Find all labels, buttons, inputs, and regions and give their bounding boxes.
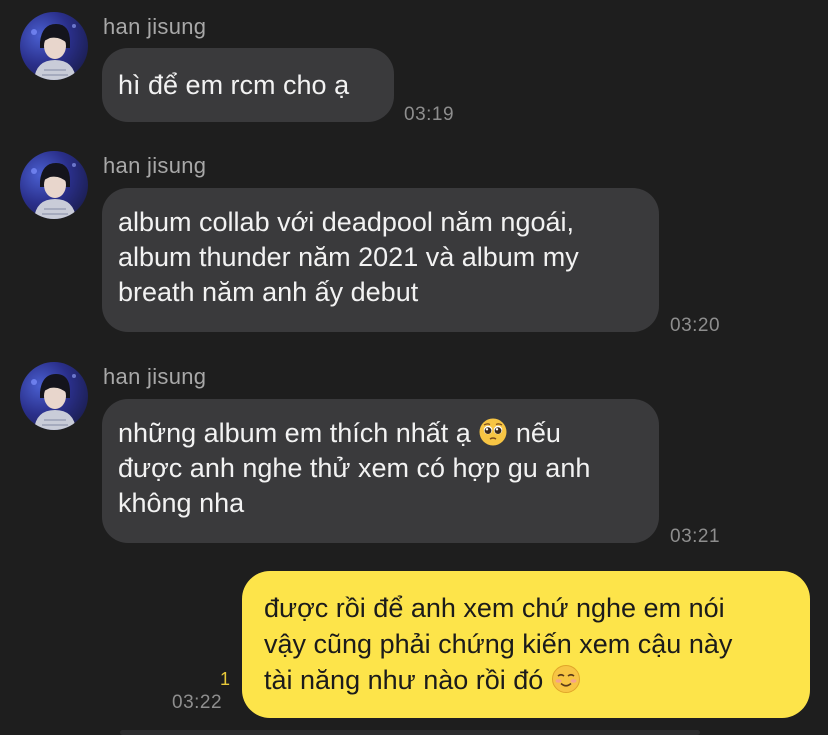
message-line: tài năng như nào rồi đó [264, 662, 788, 698]
outgoing-message-bubble[interactable]: được rồi để anh xem chứ nghe em nói vậy … [242, 571, 810, 718]
message-line: những album em thích nhất ạ nếu [118, 416, 643, 451]
avatar-image [31, 24, 76, 80]
smiling-face-emoji [551, 665, 580, 693]
sender-avatar[interactable] [20, 12, 88, 80]
sender-avatar[interactable] [20, 151, 88, 219]
message-bubble[interactable]: hì để em rcm cho ạ [102, 48, 394, 122]
message-text: tài năng như nào rồi đó [264, 665, 544, 695]
avatar-image [31, 374, 76, 430]
message-line: breath năm anh ấy debut [118, 277, 419, 307]
message-text: nếu [515, 418, 561, 448]
message-line: album collab với deadpool năm ngoái, [118, 207, 574, 237]
message-time: 03:20 [670, 315, 721, 336]
message-line: album thunder năm 2021 và album my [118, 242, 579, 272]
sender-name: han jisung [103, 153, 207, 178]
message-line: được anh nghe thử xem có hợp gu anh [118, 453, 591, 483]
message-text: những album em thích nhất ạ [118, 418, 471, 448]
avatar-image [31, 163, 76, 219]
unread-count: 1 [220, 669, 231, 689]
sender-name: han jisung [103, 14, 207, 39]
pleading-face-emoji [479, 418, 507, 446]
message-line: được rồi để anh xem chứ nghe em nói [264, 593, 725, 623]
message-line: vậy cũng phải chứng kiến xem cậu này [264, 629, 733, 659]
chat-screen: han jisung hì để em rcm cho ạ 03:19 han … [0, 0, 828, 735]
sender-avatar[interactable] [20, 362, 88, 430]
message-text: hì để em rcm cho ạ [118, 70, 350, 100]
message-time: 03:21 [670, 526, 721, 547]
sender-name: han jisung [103, 364, 207, 389]
message-bubble[interactable]: album collab với deadpool năm ngoái, alb… [102, 188, 659, 332]
message-line: không nha [118, 488, 245, 518]
message-time: 03:22 [172, 692, 223, 713]
message-time: 03:19 [404, 104, 455, 125]
input-area-edge [120, 730, 700, 735]
message-bubble[interactable]: những album em thích nhất ạ nếu được anh… [102, 399, 659, 543]
